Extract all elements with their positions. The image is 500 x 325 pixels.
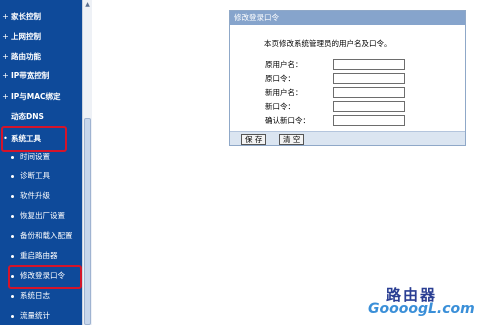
- watermark-url: GoooogL.com: [368, 301, 475, 317]
- new-username-label: 新用户名：: [265, 88, 303, 97]
- scrollbar-thumb[interactable]: [84, 118, 91, 325]
- sidebar-subitem-diagnostics[interactable]: 诊断工具: [0, 167, 82, 185]
- site-watermark: 路由器 GoooogL.com: [368, 284, 500, 325]
- sidebar-item-routing[interactable]: + 路由功能: [0, 48, 82, 66]
- bullet-icon: [11, 194, 14, 198]
- sidebar-item-label: IP带宽控制: [11, 71, 50, 80]
- scroll-up-icon[interactable]: ▲: [84, 0, 91, 10]
- sidebar-scrollbar[interactable]: ▲: [82, 0, 92, 325]
- panel-description: 本页修改系统管理员的用户名及口令。: [264, 39, 392, 48]
- confirm-password-label: 确认新口令：: [265, 116, 310, 125]
- sidebar-subitem-factory-reset[interactable]: 恢复出厂设置: [0, 207, 82, 225]
- sidebar-subitem-reboot[interactable]: 重启路由器: [0, 247, 82, 265]
- sidebar-subitem-system-log[interactable]: 系统日志: [0, 287, 82, 305]
- bullet-icon: [11, 294, 14, 298]
- bullet-icon: [11, 214, 14, 218]
- sidebar-subitem-label: 备份和载入配置: [20, 231, 73, 240]
- old-password-label: 原口令：: [265, 74, 295, 83]
- sidebar-subitem-backup-restore[interactable]: 备份和载入配置: [0, 227, 82, 245]
- highlight-box-system-tools: [1, 126, 67, 152]
- sidebar-item-label: 动态DNS: [11, 112, 44, 121]
- old-username-label: 原用户名：: [265, 60, 303, 69]
- bullet-icon: [11, 254, 14, 258]
- sidebar-item-ip-bandwidth[interactable]: + IP带宽控制: [0, 67, 82, 85]
- change-password-panel: 修改登录口令 本页修改系统管理员的用户名及口令。 原用户名： 原口令： 新用户名…: [229, 10, 466, 146]
- highlight-box-change-password: [8, 265, 82, 289]
- save-button[interactable]: 保 存: [241, 134, 267, 145]
- sidebar-item-parental-control[interactable]: + 家长控制: [0, 8, 82, 26]
- bullet-icon: [11, 314, 14, 318]
- sidebar-item-ip-mac-binding[interactable]: + IP与MAC绑定: [0, 88, 82, 106]
- sidebar-subitem-traffic-stats[interactable]: 流量统计: [0, 307, 82, 325]
- panel-title: 修改登录口令: [230, 11, 465, 25]
- sidebar-item-label: 家长控制: [11, 12, 41, 21]
- sidebar-subitem-firmware-upgrade[interactable]: 软件升级: [0, 187, 82, 205]
- sidebar-subitem-label: 系统日志: [20, 291, 50, 300]
- sidebar-item-internet-control[interactable]: + 上网控制: [0, 28, 82, 46]
- clear-button[interactable]: 清 空: [279, 134, 305, 145]
- old-password-input[interactable]: [333, 73, 405, 84]
- new-password-input[interactable]: [333, 101, 405, 112]
- sidebar-subitem-label: 时间设置: [20, 152, 50, 161]
- sidebar-subitem-label: 流量统计: [20, 311, 50, 320]
- bullet-icon: [11, 234, 14, 238]
- panel-footer: 保 存 清 空: [230, 131, 465, 145]
- sidebar-subitem-label: 重启路由器: [20, 251, 58, 260]
- sidebar-item-ddns[interactable]: 动态DNS: [0, 108, 82, 126]
- sidebar-subitem-label: 恢复出厂设置: [20, 211, 65, 220]
- bullet-icon: [11, 174, 14, 178]
- sidebar-subitem-label: 诊断工具: [20, 171, 50, 180]
- sidebar-item-label: IP与MAC绑定: [11, 92, 61, 101]
- new-username-input[interactable]: [333, 87, 405, 98]
- confirm-password-input[interactable]: [333, 115, 405, 126]
- expand-icon: +: [2, 32, 9, 41]
- sidebar-item-label: 路由功能: [11, 52, 41, 61]
- old-username-input[interactable]: [333, 59, 405, 70]
- expand-icon: +: [2, 71, 9, 80]
- sidebar-subitem-label: 软件升级: [20, 191, 50, 200]
- expand-icon: +: [2, 52, 9, 61]
- expand-icon: +: [2, 92, 9, 101]
- bullet-icon: [11, 155, 14, 159]
- expand-icon: +: [2, 12, 9, 21]
- new-password-label: 新口令：: [265, 102, 295, 111]
- sidebar-item-label: 上网控制: [11, 32, 41, 41]
- sidebar: + 家长控制 + 上网控制 + 路由功能 + IP带宽控制 + IP与MAC绑定 动态DN…: [0, 0, 82, 325]
